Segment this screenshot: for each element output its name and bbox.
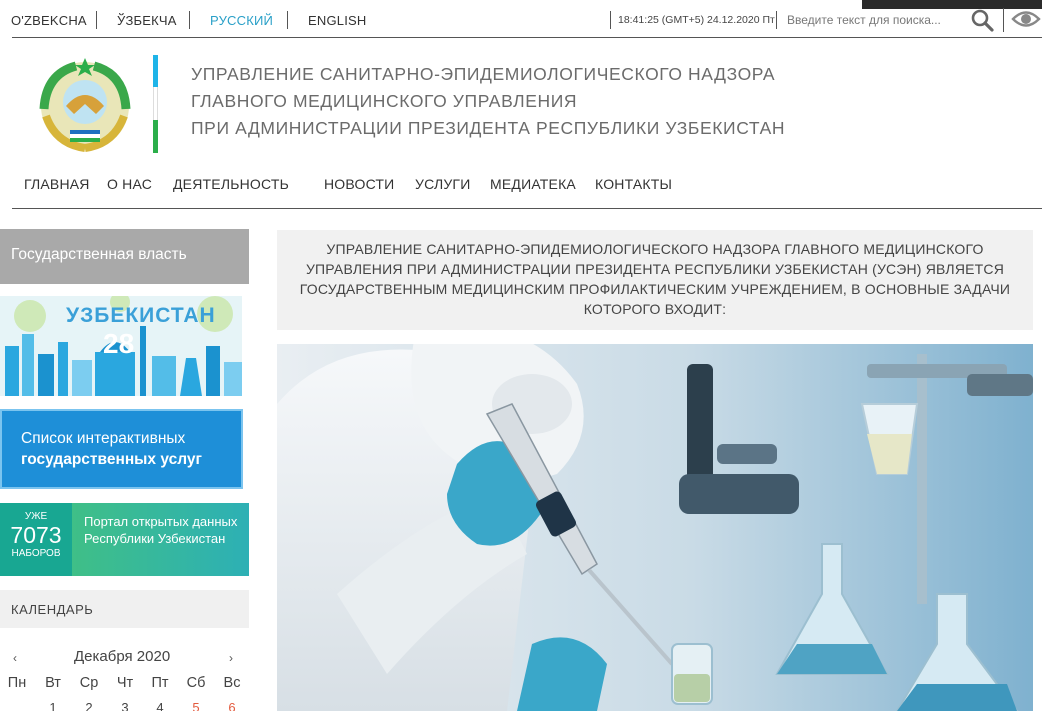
- intro-block: УПРАВЛЕНИЕ САНИТАРНО-ЭПИДЕМИОЛОГИЧЕСКОГО…: [277, 230, 1033, 330]
- search-input[interactable]: [779, 6, 969, 34]
- calendar-next-month-button[interactable]: ›: [229, 651, 233, 665]
- divider: [776, 11, 777, 29]
- divider: [610, 11, 611, 29]
- calendar-month-title: Декабря 2020: [74, 648, 171, 665]
- site-title-line-2: ГЛАВНОГО МЕДИЦИНСКОГО УПРАВЛЕНИЯ: [191, 91, 578, 111]
- eye-icon[interactable]: [1011, 8, 1041, 30]
- dataset-count-suffix: НАБОРОВ: [11, 548, 61, 559]
- weekday-label: Ср: [79, 675, 99, 691]
- laboratory-photo: [277, 344, 1033, 711]
- nav-activity[interactable]: ДЕЯТЕЛЬНОСТЬ: [173, 176, 289, 192]
- calendar-day[interactable]: 4: [145, 700, 175, 711]
- site-title-line-3: ПРИ АДМИНИСТРАЦИИ ПРЕЗИДЕНТА РЕСПУБЛИКИ …: [191, 118, 786, 138]
- top-divider-line: [12, 37, 1042, 38]
- nav-services[interactable]: УСЛУГИ: [415, 176, 470, 192]
- weekday-label: Чт: [116, 675, 134, 691]
- dataset-count-box: УЖЕ 7073 НАБОРОВ: [0, 503, 72, 576]
- search-icon[interactable]: [970, 8, 994, 32]
- divider: [1003, 8, 1004, 32]
- calendar-day[interactable]: 2: [74, 700, 104, 711]
- interactive-services-banner[interactable]: Список интерактивных государственных усл…: [0, 409, 243, 489]
- state-emblem-icon[interactable]: [36, 54, 134, 152]
- services-banner-line-1: Список интерактивных: [21, 430, 186, 447]
- weekday-label: Вс: [223, 675, 241, 691]
- uzbekistan-28-banner[interactable]: УЗБЕКИСТАН 28: [0, 296, 242, 396]
- weekday-label: Вт: [45, 675, 61, 691]
- divider: [189, 11, 190, 29]
- intro-text: УПРАВЛЕНИЕ САНИТАРНО-ЭПИДЕМИОЛОГИЧЕСКОГО…: [299, 241, 1011, 317]
- flag-stripe: [153, 55, 158, 153]
- nav-contacts[interactable]: КОНТАКТЫ: [595, 176, 672, 192]
- lang-uzbek-cyrillic[interactable]: ЎЗБЕКЧА: [117, 13, 177, 28]
- portal-banner-text: Портал открытых данных Республики Узбеки…: [84, 514, 238, 546]
- divider: [96, 11, 97, 29]
- gov-power-button[interactable]: Государственная власть: [0, 229, 249, 284]
- dataset-count-prefix: УЖЕ: [24, 511, 48, 522]
- open-data-portal-banner[interactable]: УЖЕ 7073 НАБОРОВ Портал открытых данных …: [0, 503, 249, 576]
- nav-home[interactable]: ГЛАВНАЯ: [24, 176, 90, 192]
- lang-english[interactable]: ENGLISH: [308, 13, 366, 28]
- banner-uz-number: 28: [103, 328, 135, 359]
- calendar-day[interactable]: 3: [110, 700, 140, 711]
- banner-uz-title: УЗБЕКИСТАН: [66, 304, 216, 327]
- calendar-day[interactable]: 6: [217, 700, 247, 711]
- nav-about[interactable]: О НАС: [107, 176, 152, 192]
- nav-news[interactable]: НОВОСТИ: [324, 176, 394, 192]
- divider: [287, 11, 288, 29]
- weekday-label: Пт: [151, 675, 169, 691]
- nav-divider-line: [12, 208, 1042, 209]
- calendar-day[interactable]: 5: [181, 700, 211, 711]
- nav-media[interactable]: МЕДИАТЕКА: [490, 176, 576, 192]
- site-title-line-1: УПРАВЛЕНИЕ САНИТАРНО-ЭПИДЕМИОЛОГИЧЕСКОГО…: [191, 64, 776, 84]
- calendar-prev-month-button[interactable]: ‹: [13, 651, 17, 665]
- dataset-count: 7073: [10, 522, 62, 548]
- portal-text-area: Портал открытых данных Республики Узбеки…: [72, 503, 249, 576]
- calendar-heading: КАЛЕНДАРЬ: [0, 590, 249, 628]
- weekday-label: Сб: [186, 675, 206, 691]
- lang-uzbek-latin[interactable]: O'ZBEKCHA: [11, 13, 87, 28]
- calendar-day[interactable]: 1: [38, 700, 68, 711]
- top-bar: O'ZBEKCHA ЎЗБЕКЧА РУССКИЙ ENGLISH 18:41:…: [0, 0, 1042, 40]
- lang-russian[interactable]: РУССКИЙ: [210, 13, 273, 28]
- services-banner-line-2: государственных услуг: [21, 451, 202, 468]
- current-datetime: 18:41:25 (GMT+5) 24.12.2020 Пт: [618, 14, 775, 26]
- weekday-label: Пн: [7, 675, 27, 691]
